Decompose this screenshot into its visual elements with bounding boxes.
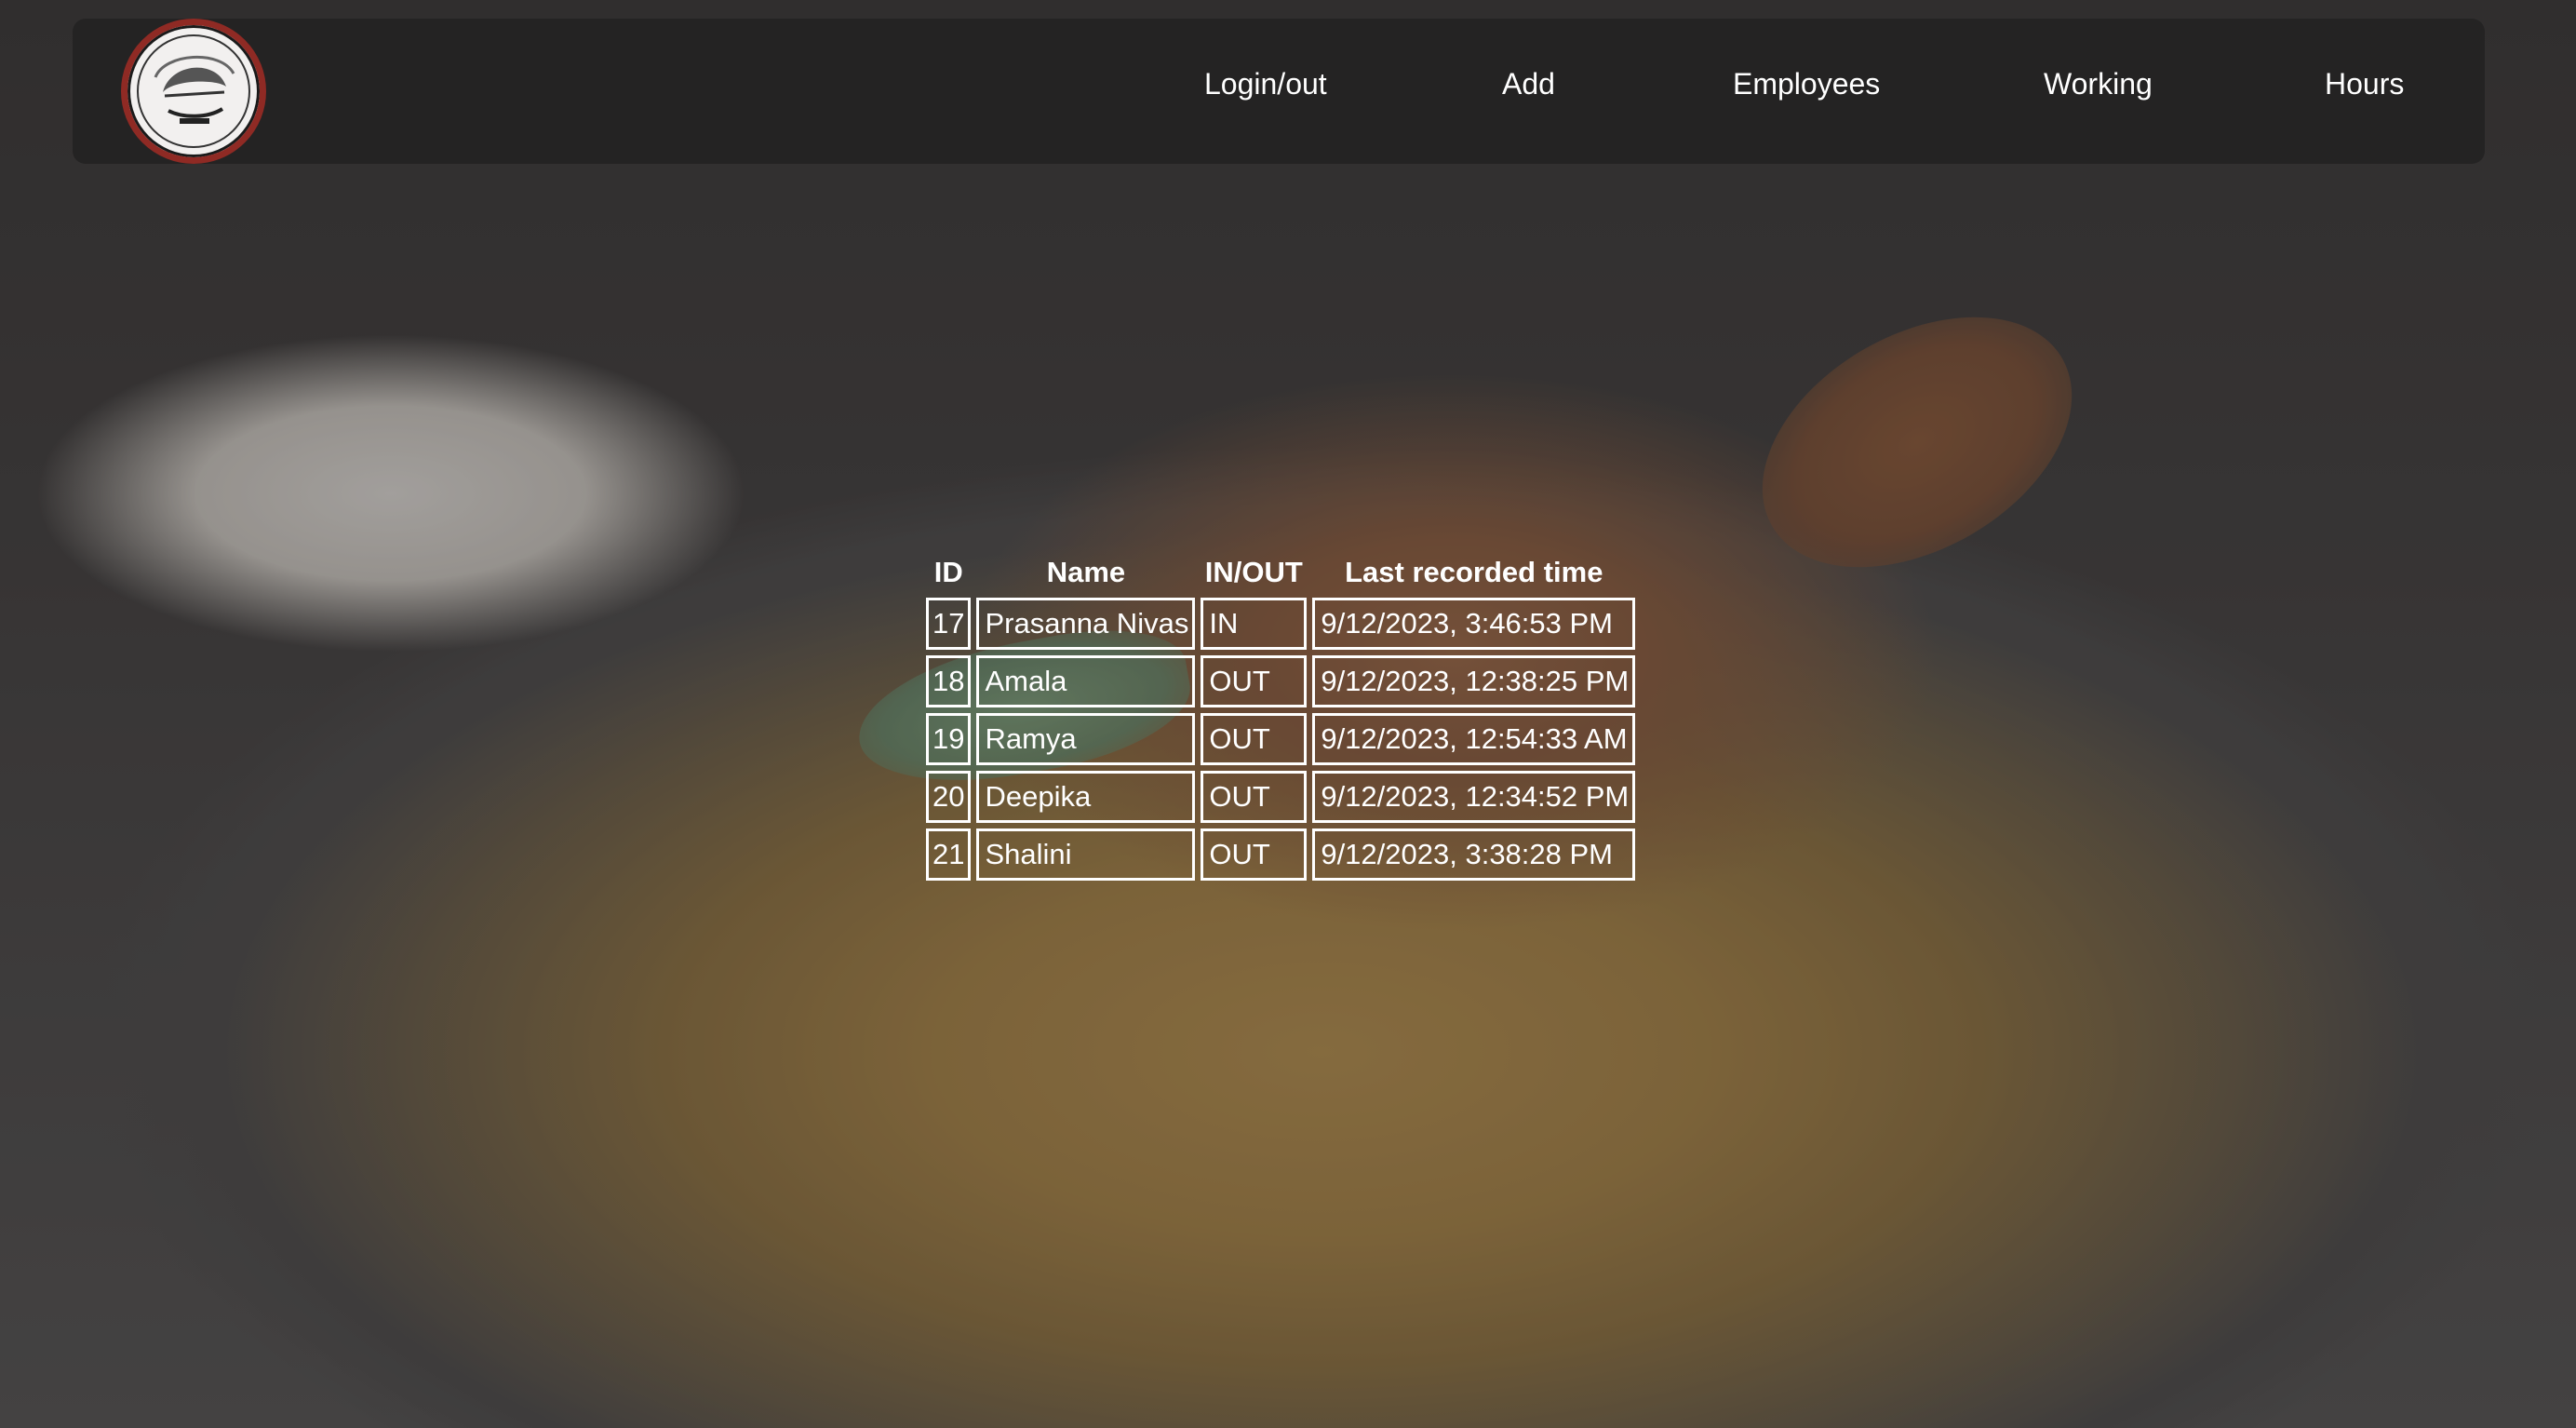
cell-name: Ramya	[976, 713, 1196, 765]
cell-name: Amala	[976, 655, 1196, 707]
attendance-table: ID Name IN/OUT Last recorded time 17 Pra…	[920, 547, 1641, 886]
cell-name: Shalini	[976, 829, 1196, 881]
header-in-out: IN/OUT	[1204, 556, 1303, 588]
table-row: 21 Shalini OUT 9/12/2023, 3:38:28 PM	[926, 829, 1636, 881]
cell-in-out: OUT	[1201, 713, 1308, 765]
nav-links: Login/out Add Employees Working Hours	[73, 19, 2485, 164]
cell-last-time: 9/12/2023, 12:38:25 PM	[1312, 655, 1636, 707]
cell-id: 18	[926, 655, 972, 707]
attendance-table-container: ID Name IN/OUT Last recorded time 17 Pra…	[920, 547, 1641, 886]
cell-in-out: OUT	[1201, 771, 1308, 823]
table-row: 17 Prasanna Nivas IN 9/12/2023, 3:46:53 …	[926, 598, 1636, 650]
cell-in-out: IN	[1201, 598, 1308, 650]
header-last-recorded-time: Last recorded time	[1345, 556, 1603, 588]
nav-add[interactable]: Add	[1502, 67, 1555, 101]
cell-id: 17	[926, 598, 972, 650]
table-row: 19 Ramya OUT 9/12/2023, 12:54:33 AM	[926, 713, 1636, 765]
cell-last-time: 9/12/2023, 12:54:33 AM	[1312, 713, 1636, 765]
cell-in-out: OUT	[1201, 655, 1308, 707]
navbar: Login/out Add Employees Working Hours	[73, 19, 2485, 164]
cell-id: 20	[926, 771, 972, 823]
cell-in-out: OUT	[1201, 829, 1308, 881]
nav-login-out[interactable]: Login/out	[1204, 67, 1327, 101]
header-id: ID	[933, 556, 963, 588]
cell-last-time: 9/12/2023, 3:46:53 PM	[1312, 598, 1636, 650]
cell-name: Prasanna Nivas	[976, 598, 1196, 650]
cell-id: 21	[926, 829, 972, 881]
table-row: 20 Deepika OUT 9/12/2023, 12:34:52 PM	[926, 771, 1636, 823]
nav-working[interactable]: Working	[2044, 67, 2153, 101]
cell-last-time: 9/12/2023, 12:34:52 PM	[1312, 771, 1636, 823]
nav-hours[interactable]: Hours	[2325, 67, 2404, 101]
cell-id: 19	[926, 713, 972, 765]
nav-employees[interactable]: Employees	[1733, 67, 1880, 101]
cell-name: Deepika	[976, 771, 1196, 823]
table-header-row: ID Name IN/OUT Last recorded time	[926, 553, 1635, 592]
cell-last-time: 9/12/2023, 3:38:28 PM	[1312, 829, 1636, 881]
header-name: Name	[1046, 556, 1126, 588]
table-row: 18 Amala OUT 9/12/2023, 12:38:25 PM	[926, 655, 1636, 707]
